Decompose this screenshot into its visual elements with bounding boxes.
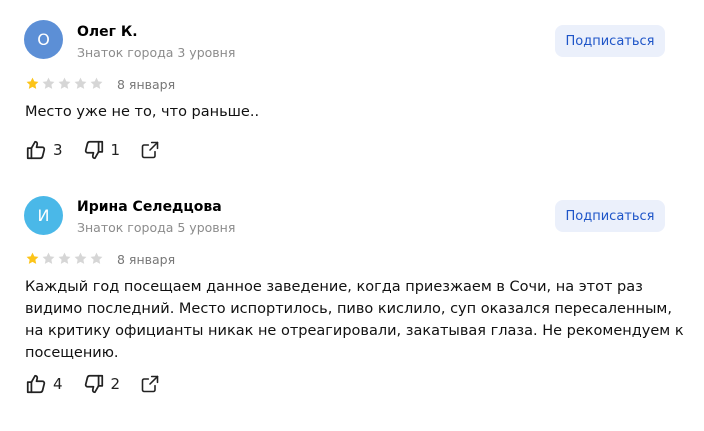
subscribe-button[interactable]: Подписаться bbox=[555, 25, 665, 57]
star-empty-icon bbox=[90, 77, 103, 89]
star-empty-icon bbox=[58, 77, 71, 89]
rating-stars bbox=[25, 76, 104, 91]
review-date: 8 января bbox=[117, 252, 176, 267]
avatar[interactable]: О bbox=[24, 20, 63, 59]
thumbs-down-icon bbox=[83, 373, 105, 395]
review-text-line: Каждый год посещаем данное заведение, ко… bbox=[25, 279, 643, 295]
author-level: Знаток города 5 уровня bbox=[77, 220, 236, 235]
star-empty-icon bbox=[90, 252, 103, 264]
share-button[interactable] bbox=[140, 140, 160, 160]
review-text-line: видимо последний. Место испортилось, пив… bbox=[25, 301, 672, 317]
star-empty-icon bbox=[42, 77, 55, 89]
dislike-button[interactable]: 2 bbox=[83, 373, 121, 395]
star-empty-icon bbox=[58, 252, 71, 264]
review-text-line: на критику официанты никак не отреагиров… bbox=[25, 323, 684, 339]
rating-stars bbox=[25, 251, 104, 266]
thumbs-up-icon bbox=[25, 373, 47, 395]
thumbs-up-icon bbox=[25, 139, 47, 161]
star-filled-icon bbox=[26, 77, 39, 89]
like-count: 3 bbox=[53, 141, 63, 159]
review-text-line: посещению. bbox=[25, 345, 119, 361]
star-filled-icon bbox=[26, 252, 39, 264]
like-button[interactable]: 4 bbox=[25, 373, 63, 395]
avatar[interactable]: И bbox=[24, 196, 63, 235]
share-icon bbox=[140, 374, 160, 394]
review-actions: 3 1 bbox=[25, 139, 160, 161]
review-text: Каждый год посещаем данное заведение, ко… bbox=[25, 276, 685, 364]
share-icon bbox=[140, 140, 160, 160]
subscribe-button[interactable]: Подписаться bbox=[555, 200, 665, 232]
author-name[interactable]: Ирина Селедцова bbox=[77, 199, 222, 215]
like-count: 4 bbox=[53, 375, 63, 393]
author-level: Знаток города 3 уровня bbox=[77, 45, 236, 60]
dislike-button[interactable]: 1 bbox=[83, 139, 121, 161]
dislike-count: 2 bbox=[110, 375, 121, 393]
thumbs-down-icon bbox=[83, 139, 105, 161]
review-text: Место уже не то, что раньше.. bbox=[25, 101, 685, 123]
author-name[interactable]: Олег К. bbox=[77, 24, 138, 40]
star-empty-icon bbox=[74, 252, 87, 264]
dislike-count: 1 bbox=[110, 141, 121, 159]
review-actions: 4 2 bbox=[25, 373, 160, 395]
star-empty-icon bbox=[74, 77, 87, 89]
like-button[interactable]: 3 bbox=[25, 139, 63, 161]
review-date: 8 января bbox=[117, 77, 176, 92]
star-empty-icon bbox=[42, 252, 55, 264]
review-text-line: Место уже не то, что раньше.. bbox=[25, 104, 260, 120]
share-button[interactable] bbox=[140, 374, 160, 394]
